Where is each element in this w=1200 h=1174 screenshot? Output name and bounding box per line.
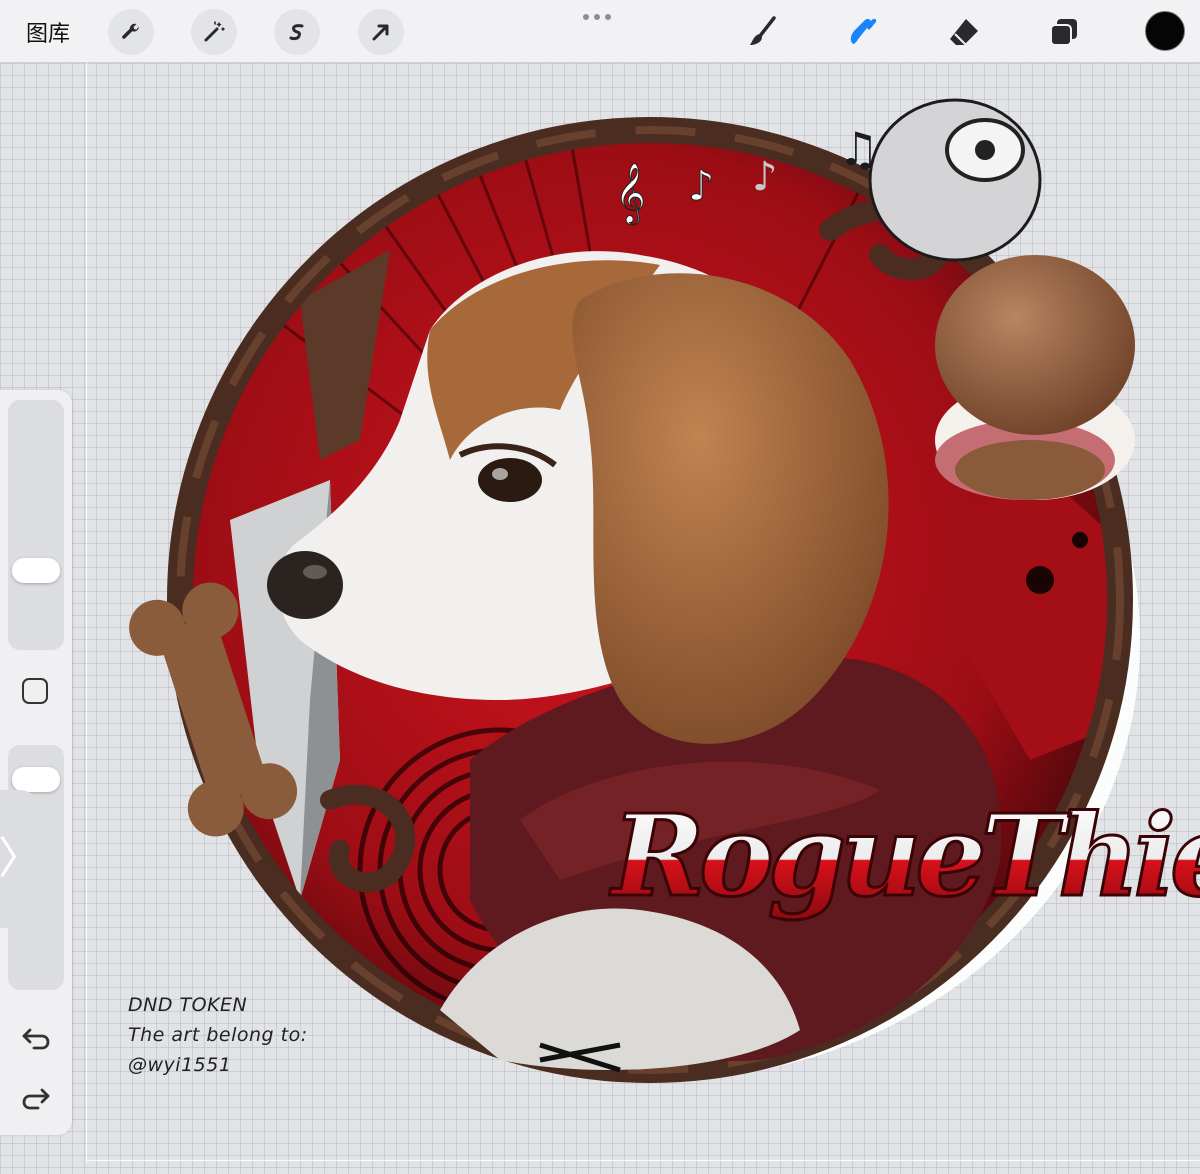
opacity-thumb[interactable] xyxy=(12,767,60,792)
artist-note: DND TOKEN The art belong to: @wyi1551 xyxy=(128,990,308,1080)
tin-can xyxy=(868,98,1042,262)
undo-icon[interactable] xyxy=(20,1022,52,1054)
chevron-right-icon: 〉 xyxy=(0,833,42,884)
svg-text:♫: ♫ xyxy=(838,122,879,176)
left-sidebar xyxy=(0,390,72,1135)
redo-icon[interactable] xyxy=(20,1082,52,1114)
burger xyxy=(935,255,1135,500)
svg-text:♪: ♪ xyxy=(688,161,715,210)
brush-size-thumb[interactable] xyxy=(12,557,60,583)
svg-text:𝄞: 𝄞 xyxy=(615,163,646,225)
note-line-3: @wyi1551 xyxy=(128,1054,232,1076)
note-line-2: The art belong to: xyxy=(128,1024,308,1046)
artwork-title: RogueThief xyxy=(609,791,1200,922)
dog-nose xyxy=(267,551,343,619)
note-line-1: DND TOKEN xyxy=(128,994,248,1016)
sidebar-expand-tab[interactable]: 〉 xyxy=(0,790,42,928)
svg-text:♪: ♪ xyxy=(752,154,778,200)
brush-size-slider[interactable] xyxy=(8,400,64,650)
dog-eye xyxy=(478,458,542,502)
modify-button[interactable] xyxy=(22,678,48,704)
